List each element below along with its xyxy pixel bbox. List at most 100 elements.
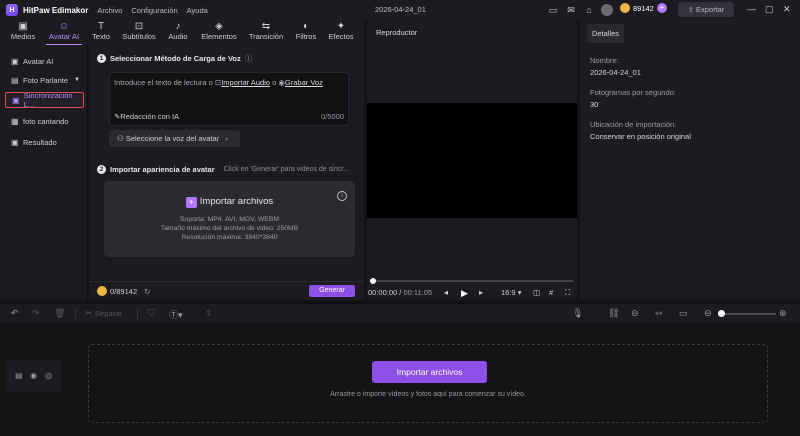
script-textarea[interactable]: Introduce el texto de lectura o ⊡Importa… — [109, 72, 349, 126]
tab-filtros[interactable]: ◐ Filtros — [293, 21, 319, 44]
toolbar-divider — [137, 308, 138, 319]
ai-writing-button[interactable]: ✎Redacción con IA — [114, 112, 179, 121]
filters-icon: ◐ — [302, 21, 310, 32]
effects-icon: ✦ — [336, 21, 346, 32]
maximize-icon[interactable]: ▢ — [765, 4, 774, 15]
microphone-icon[interactable]: 🎙 — [572, 308, 583, 319]
left-nav-item-foto-cantando[interactable]: ▦ foto cantando — [5, 113, 84, 129]
tool-tabs: ▣ Medios ☺ Avatar AI T Texto ⊡ Subtítulos ♪ A… — [0, 20, 364, 45]
text-tool-icon[interactable]: Ⓣ▾ — [169, 308, 183, 321]
select-voice-button[interactable]: ⚇ Seleccione la voz del avatar › — [109, 130, 240, 147]
grid-icon[interactable]: # — [549, 288, 553, 297]
split-button[interactable]: ✂ Separar — [85, 308, 122, 319]
subtitle-track-icon[interactable]: ▭ — [679, 308, 688, 319]
playhead[interactable] — [370, 278, 376, 284]
tab-efectos[interactable]: ✦ Efectos — [326, 21, 356, 44]
left-nav-item-resultado[interactable]: ▣ Resultado — [5, 134, 84, 150]
tab-medios[interactable]: ▣ Medios — [8, 21, 38, 44]
delete-icon[interactable]: 🗑 — [54, 308, 65, 319]
avatar[interactable] — [601, 4, 613, 16]
left-nav-label: Avatar AI — [23, 56, 54, 66]
plus-icon: + — [185, 197, 197, 208]
menu-archivo[interactable]: Archivo — [97, 6, 122, 15]
zoom-in-icon[interactable]: ⊕ — [779, 308, 787, 319]
track-split-icon[interactable]: ⇿ — [655, 308, 663, 319]
close-icon[interactable]: ✕ — [783, 4, 791, 15]
track-lock-icon[interactable]: ▤ — [15, 371, 23, 380]
playback-progress-track[interactable] — [371, 280, 573, 282]
export-button[interactable]: ⇪ Exportar — [678, 2, 734, 17]
undo-icon[interactable]: ↶ — [11, 308, 19, 319]
play-icon[interactable]: ▶ — [461, 288, 468, 299]
import-audio-link[interactable]: ⊡Importar Audio — [215, 78, 270, 87]
info-icon[interactable]: ⓘ — [245, 53, 253, 64]
left-nav-item-sincronizacion[interactable]: ▣ Sincronización L... — [5, 91, 84, 109]
zoom-slider-knob[interactable] — [718, 310, 725, 317]
track-audio-icon[interactable]: ◎ — [45, 371, 52, 380]
details-panel: Detalles Nombre: 2026-04-24_01 Fotograma… — [580, 20, 800, 300]
refresh-icon[interactable]: ↻ — [144, 287, 150, 296]
avatar-dropzone[interactable]: i + Importar archivos Soporta: MP4, AVI, … — [104, 181, 355, 257]
tab-elementos[interactable]: ◈ Elementos — [197, 21, 241, 44]
snapshot-icon[interactable]: ◫ — [533, 288, 540, 297]
timeline-import-button[interactable]: Importar archivos — [372, 361, 487, 383]
video-preview[interactable] — [367, 103, 577, 218]
left-nav-label: Foto Parlante — [23, 75, 69, 85]
location-key: Ubicación de importación: — [590, 120, 677, 129]
tab-details[interactable]: Detalles — [587, 24, 624, 43]
gift-icon[interactable]: ⌂ — [583, 4, 595, 16]
location-value: Conservar en posición original — [590, 132, 691, 141]
left-nav-item-foto-parlante[interactable]: ▤ Foto Parlante ▼ — [5, 72, 84, 88]
record-voice-link[interactable]: ◉Grabar Voz — [278, 78, 322, 87]
project-name: 2026-04-24_01 — [375, 5, 426, 14]
minimize-icon[interactable]: — — [747, 4, 756, 14]
time-total: 00:11:05 — [403, 288, 433, 297]
tab-avatar-ai[interactable]: ☺ Avatar AI — [46, 21, 82, 45]
tab-label: Elementos — [201, 32, 237, 41]
support-formats: Soporta: MP4, AVI, MOV, WEBM — [180, 216, 279, 223]
app-name: HitPaw Edimakor — [23, 5, 89, 15]
app-logo-icon: H — [6, 4, 18, 16]
feedback-icon[interactable]: ✉ — [565, 4, 577, 16]
monitor-icon[interactable]: ▭ — [547, 4, 559, 16]
tab-label: Filtros — [295, 32, 317, 41]
transition-icon: ⇆ — [261, 21, 271, 32]
magnet-icon[interactable]: ⊖ — [631, 308, 639, 319]
scissors-icon: ✂ — [85, 308, 96, 318]
next-frame-icon[interactable]: ▸ — [479, 288, 483, 297]
tab-transicion[interactable]: ⇆ Transición — [246, 21, 286, 44]
time-current: 00:00:00 — [368, 288, 398, 297]
audio-icon: ♪ — [175, 21, 181, 32]
step-1-heading: 1 Seleccionar Método de Carga de Voz ⓘ — [97, 53, 252, 64]
left-nav-item-avatar-ai[interactable]: ▣ Avatar AI — [5, 53, 84, 69]
add-credits-icon[interactable]: + — [656, 3, 667, 13]
tab-texto[interactable]: T Texto — [90, 21, 112, 44]
link-icon[interactable]: ⛓ — [608, 308, 619, 319]
track-visibility-icon[interactable]: ◉ — [30, 371, 37, 380]
subtitles-icon: ⊡ — [134, 21, 144, 32]
fullscreen-icon[interactable]: ⛶ — [565, 288, 570, 298]
menu-configuracion[interactable]: Configuración — [131, 6, 177, 15]
or-text: o — [272, 78, 277, 87]
caret-down-icon[interactable]: ▼ — [74, 77, 80, 83]
zoom-slider[interactable] — [718, 313, 776, 315]
zoom-out-icon[interactable]: ⊖ — [704, 308, 712, 319]
timeline-dropzone[interactable]: Importar archivos Arrastre o importe víd… — [88, 344, 768, 423]
shield-icon[interactable]: ⛉ — [148, 308, 155, 319]
title-bar: H HitPaw Edimakor Archivo Configuración … — [0, 0, 800, 20]
char-counter: 0/5000 — [321, 112, 344, 121]
result-icon: ▣ — [11, 137, 19, 147]
tab-subtitulos[interactable]: ⊡ Subtítulos — [120, 21, 158, 44]
previous-frame-icon[interactable]: ◂ — [444, 288, 448, 297]
aspect-ratio-select[interactable]: 16:9 ▾ — [501, 288, 521, 297]
generate-button[interactable]: Generar — [309, 285, 355, 297]
redo-icon[interactable]: ↷ — [32, 308, 40, 319]
tab-audio[interactable]: ♪ Audio — [166, 21, 190, 44]
max-resolution: Resolución máxima: 3840*3840 — [181, 234, 278, 241]
tab-label: Audio — [168, 32, 188, 41]
import-files-button[interactable]: + Importar archivos — [104, 196, 355, 208]
menu-ayuda[interactable]: Ayuda — [187, 6, 208, 15]
credits-value: 89142 — [633, 3, 654, 13]
import-audio-label: Importar Audio — [221, 78, 270, 87]
export-clip-icon[interactable]: ⇪ — [205, 308, 213, 319]
